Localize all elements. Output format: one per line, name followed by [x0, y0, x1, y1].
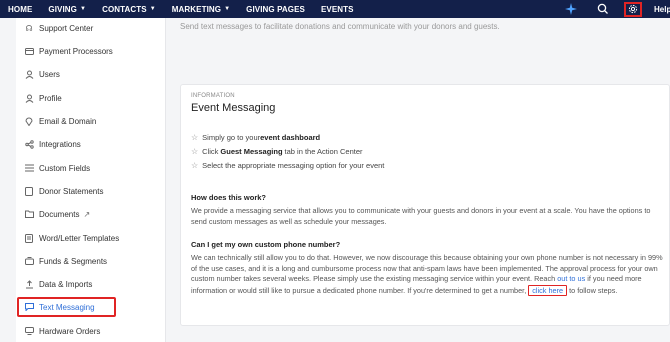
nav-home-label: HOME — [8, 4, 33, 14]
step-text: tab in the Action Center — [284, 147, 363, 156]
step-text: Select the appropriate messaging option … — [202, 161, 385, 170]
chevron-down-icon: ▼ — [80, 6, 87, 12]
external-link-icon: ↗ — [83, 209, 91, 219]
nav-giving-label: GIVING — [48, 4, 78, 14]
sidebar-item-label: Hardware Orders — [39, 326, 101, 336]
sidebar-item-label: Data & Imports — [39, 279, 93, 289]
card-icon — [24, 46, 34, 56]
hardware-icon — [24, 326, 34, 336]
step-item: ☆ Simply go to your event dashboard — [191, 133, 320, 142]
sidebar-item-hardware-orders[interactable]: Hardware Orders — [24, 323, 100, 339]
sidebar-item-integrations[interactable]: Integrations — [24, 136, 81, 152]
gear-icon[interactable] — [624, 1, 642, 17]
step-text: Click — [202, 147, 219, 156]
help-link[interactable]: Help — [654, 5, 670, 14]
event-messaging-card: INFORMATION Event Messaging ☆ Simply go … — [180, 84, 670, 326]
faq-answer: We can technically still allow you to do… — [191, 253, 666, 296]
top-nav: HOME GIVING ▼ CONTACTS ▼ MARKETING ▼ GIVING… — [0, 0, 670, 18]
nav-giving-pages-label: GIVING PAGES — [246, 4, 305, 14]
faq-question: Can I get my own custom phone number? — [191, 240, 341, 249]
sidebar-item-profile[interactable]: Profile — [24, 90, 62, 106]
faq-answer-text: to follow steps. — [567, 285, 618, 295]
sidebar-item-label: Users — [39, 69, 60, 79]
sidebar-item-label: Funds & Segments — [39, 256, 108, 266]
text-messaging-highlight — [17, 297, 116, 317]
template-icon — [24, 233, 34, 243]
sidebar-item-email-domain[interactable]: Email & Domain — [24, 113, 96, 129]
star-icon: ☆ — [191, 161, 199, 170]
step-bold-text: Guest Messaging — [220, 147, 283, 156]
upload-icon — [24, 279, 34, 289]
nav-events-label: EVENTS — [321, 4, 354, 14]
sparkle-icon[interactable] — [560, 0, 582, 18]
folder-icon — [24, 209, 34, 219]
nav-contacts-label: CONTACTS — [102, 4, 147, 14]
chevron-down-icon: ▼ — [224, 6, 231, 12]
sidebar-item-payment-processors[interactable]: Payment Processors — [24, 43, 113, 59]
user-icon — [24, 69, 34, 79]
sidebar-item-support-center[interactable]: ☊ Support Center — [24, 20, 93, 36]
nav-contacts[interactable]: CONTACTS ▼ — [102, 5, 156, 14]
sidebar-item-label: Email & Domain — [39, 116, 97, 126]
sidebar-item-users[interactable]: Users — [24, 66, 60, 82]
search-icon[interactable] — [596, 2, 610, 16]
click-here-link[interactable]: click here — [528, 284, 568, 296]
list-icon — [24, 163, 34, 173]
faq-question: How does this work? — [191, 193, 267, 202]
profile-icon — [24, 93, 34, 103]
sidebar-item-label: Documents — [39, 209, 80, 219]
sidebar-item-label: Donor Statements — [39, 186, 104, 196]
card-eyebrow: INFORMATION — [191, 93, 235, 99]
sidebar-item-data-imports[interactable]: Data & Imports — [24, 276, 92, 292]
sidebar-item-funds-segments[interactable]: Funds & Segments — [24, 253, 107, 269]
sidebar-item-label: Profile — [39, 93, 62, 103]
star-icon: ☆ — [191, 147, 199, 156]
intro-text: Send text messages to facilitate donatio… — [180, 22, 500, 31]
chevron-down-icon: ▼ — [149, 6, 156, 12]
funds-icon — [24, 256, 34, 266]
pin-icon — [24, 116, 34, 126]
nav-giving-pages[interactable]: GIVING PAGES — [246, 5, 305, 14]
step-text: Simply go to your — [202, 133, 261, 142]
share-icon — [24, 139, 34, 149]
sidebar-item-label: Custom Fields — [39, 163, 91, 173]
step-item: ☆ Select the appropriate messaging optio… — [191, 161, 384, 170]
sidebar-item-label: Word/Letter Templates — [39, 233, 120, 243]
step-bold-text: event dashboard — [260, 133, 321, 142]
nav-giving[interactable]: GIVING ▼ — [48, 5, 86, 14]
nav-home[interactable]: HOME — [8, 5, 32, 14]
sidebar-item-custom-fields[interactable]: Custom Fields — [24, 160, 90, 176]
sidebar-item-label: Support Center — [39, 23, 94, 33]
star-icon: ☆ — [191, 133, 199, 142]
card-title: Event Messaging — [191, 102, 276, 114]
sidebar-item-donor-statements[interactable]: Donor Statements — [24, 183, 103, 199]
nav-events[interactable]: EVENTS — [321, 5, 354, 14]
sidebar-item-documents[interactable]: Documents ↗ — [24, 206, 90, 222]
headset-icon: ☊ — [25, 23, 33, 33]
nav-marketing-label: MARKETING — [171, 4, 222, 14]
document-icon — [24, 186, 34, 196]
nav-marketing[interactable]: MARKETING ▼ — [172, 5, 230, 14]
step-item: ☆ Click Guest Messaging tab in the Actio… — [191, 147, 363, 156]
contact-us-link[interactable]: out to us — [557, 274, 585, 283]
faq-answer: We provide a messaging service that allo… — [191, 206, 651, 226]
sidebar-item-label: Payment Processors — [39, 46, 113, 56]
sidebar-item-word-letter-templates[interactable]: Word/Letter Templates — [24, 230, 119, 246]
sidebar-item-label: Integrations — [39, 139, 81, 149]
settings-sidebar: ☊ Support Center Payment Processors Users… — [16, 18, 166, 342]
